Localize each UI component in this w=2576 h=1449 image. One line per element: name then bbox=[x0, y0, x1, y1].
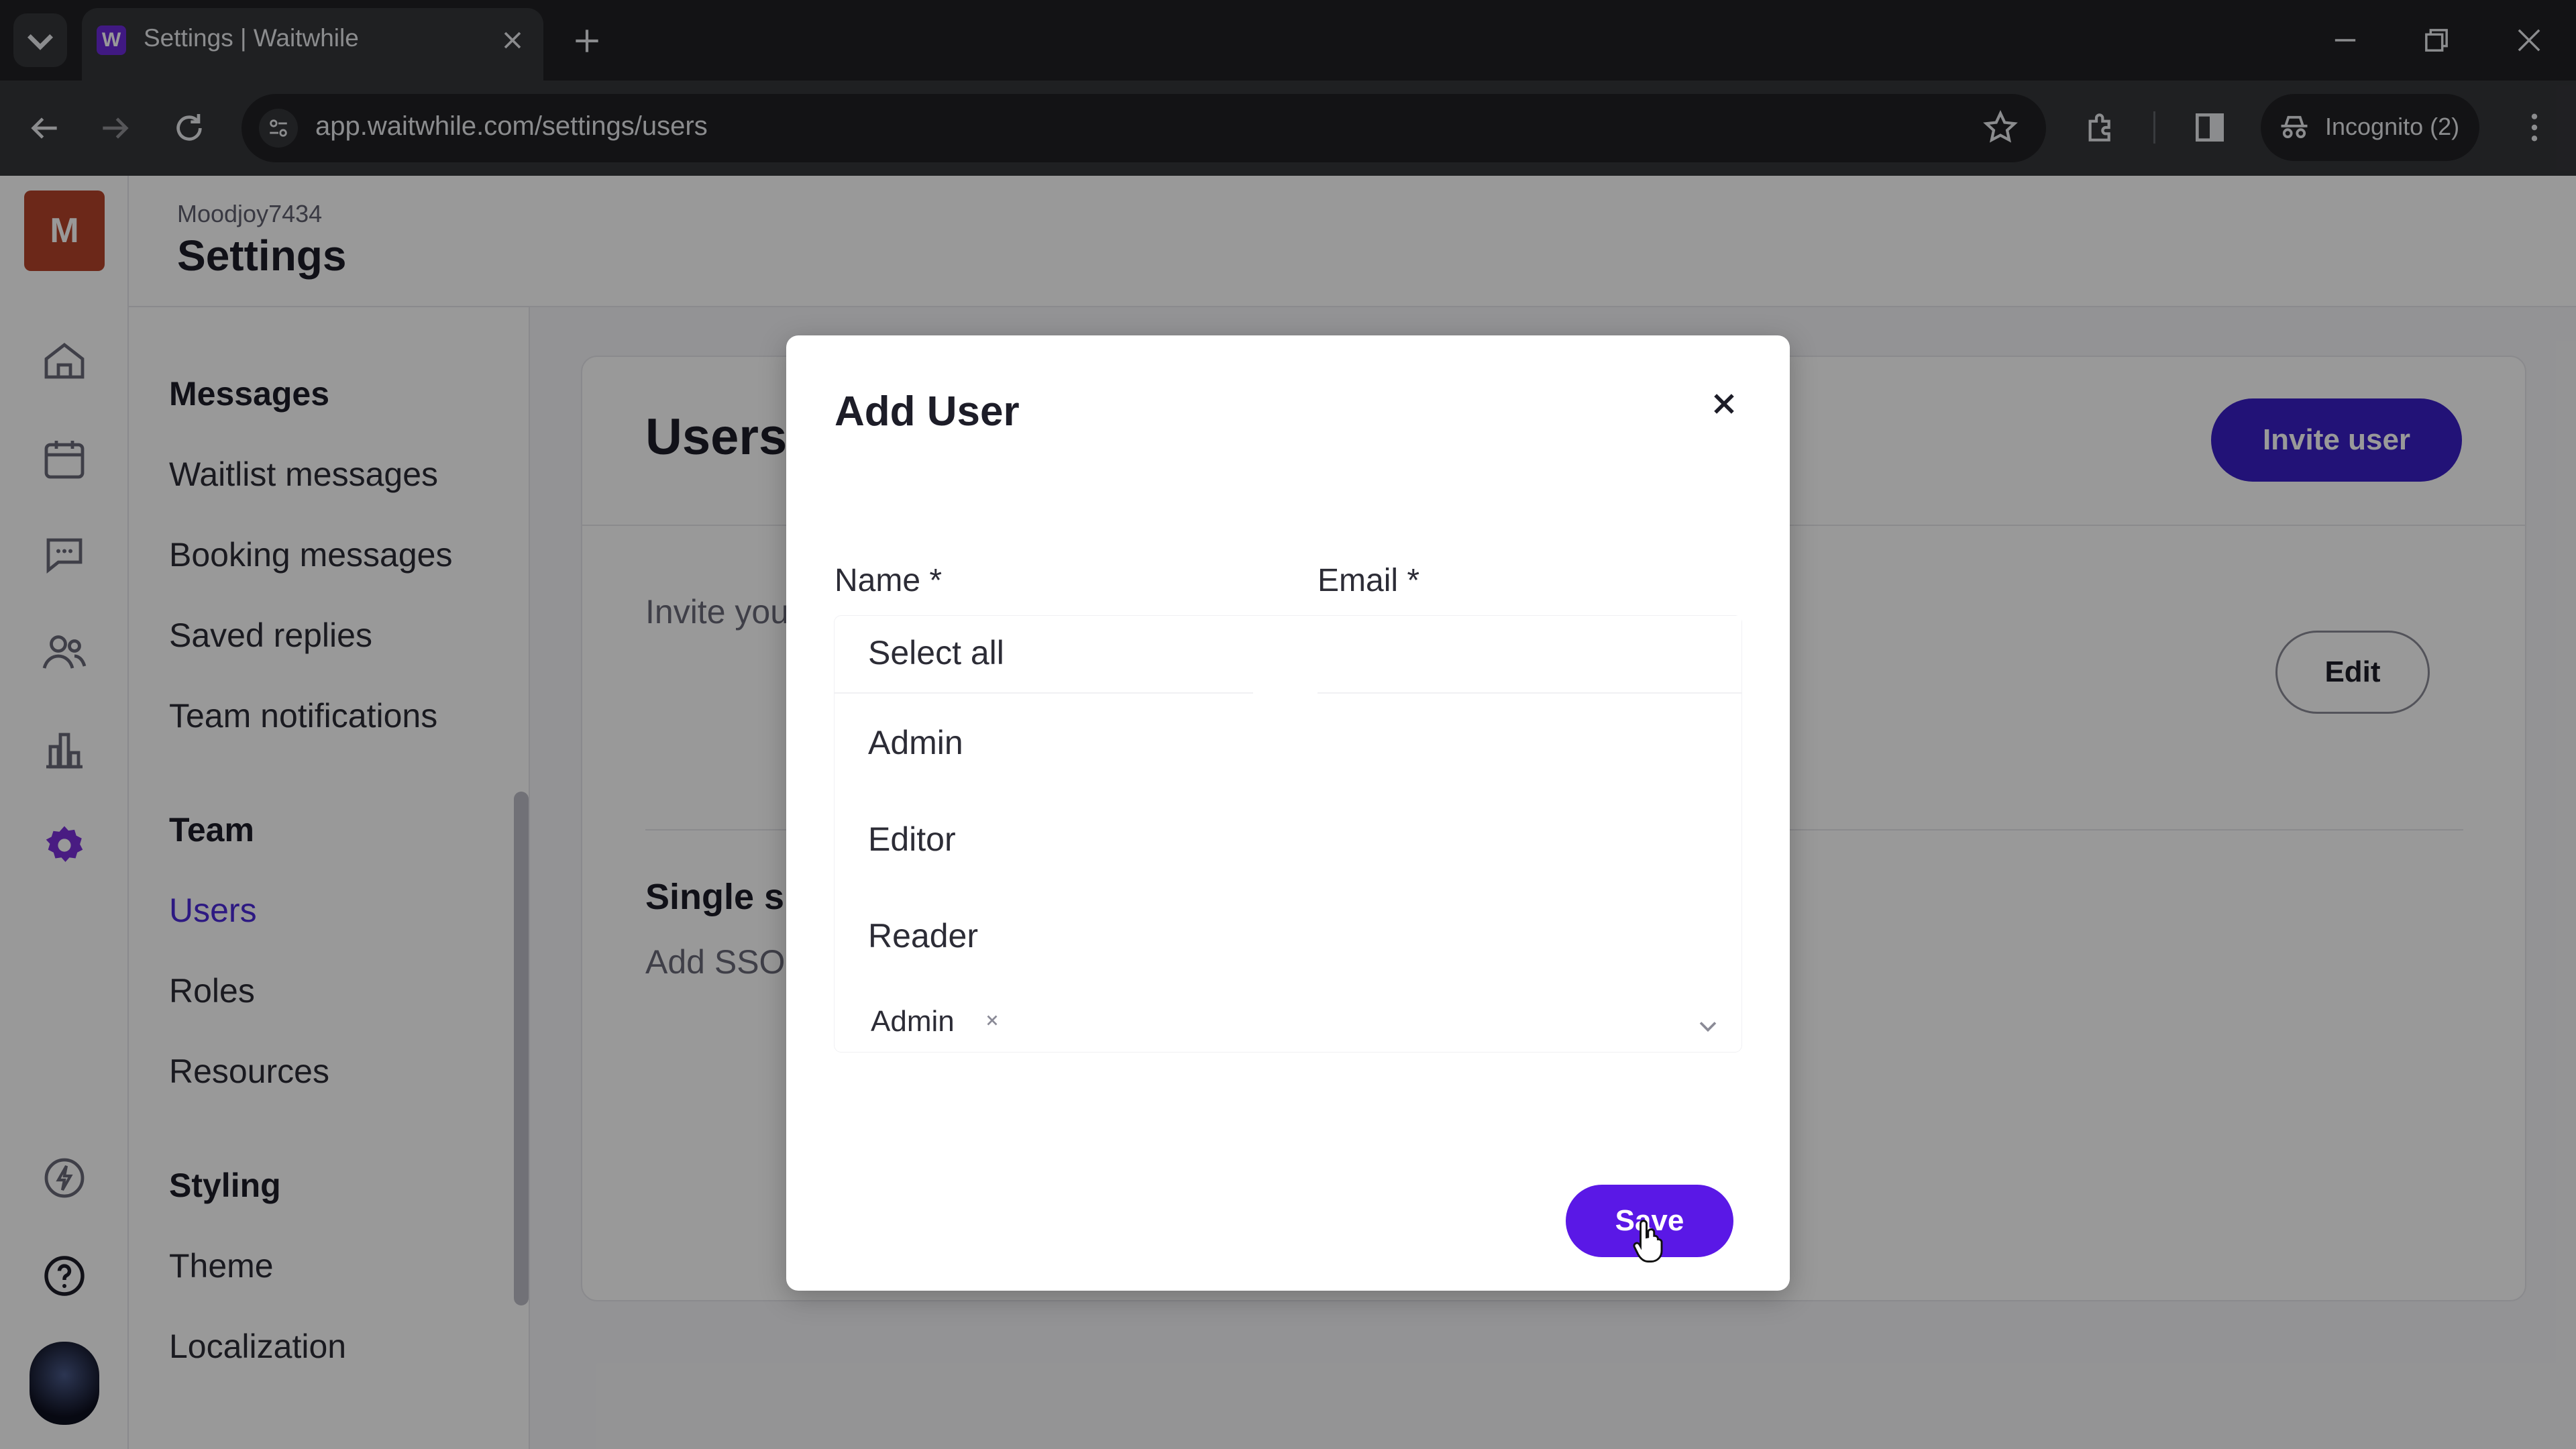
dropdown-option-admin[interactable] bbox=[835, 694, 1741, 790]
dropdown-option-editor[interactable] bbox=[835, 790, 1741, 887]
chevron-down-icon[interactable] bbox=[1693, 1012, 1723, 1041]
email-field-label: Email * bbox=[1318, 563, 1420, 598]
hand-pointer-cursor-icon bbox=[1631, 1217, 1668, 1264]
close-icon[interactable] bbox=[1709, 389, 1739, 419]
option-label-admin: Admin bbox=[868, 724, 963, 761]
selected-role-chip: Admin bbox=[871, 1005, 955, 1038]
option-label-reader: Reader bbox=[868, 917, 978, 955]
option-label-editor: Editor bbox=[868, 820, 956, 858]
email-field[interactable] bbox=[1318, 616, 1741, 694]
chip-remove-icon[interactable] bbox=[983, 1012, 1001, 1029]
modal-title: Add User bbox=[835, 388, 1020, 435]
name-field-label: Name * bbox=[835, 563, 943, 598]
option-label-select-all: Select all bbox=[868, 634, 1004, 672]
role-select[interactable] bbox=[835, 986, 1741, 1059]
